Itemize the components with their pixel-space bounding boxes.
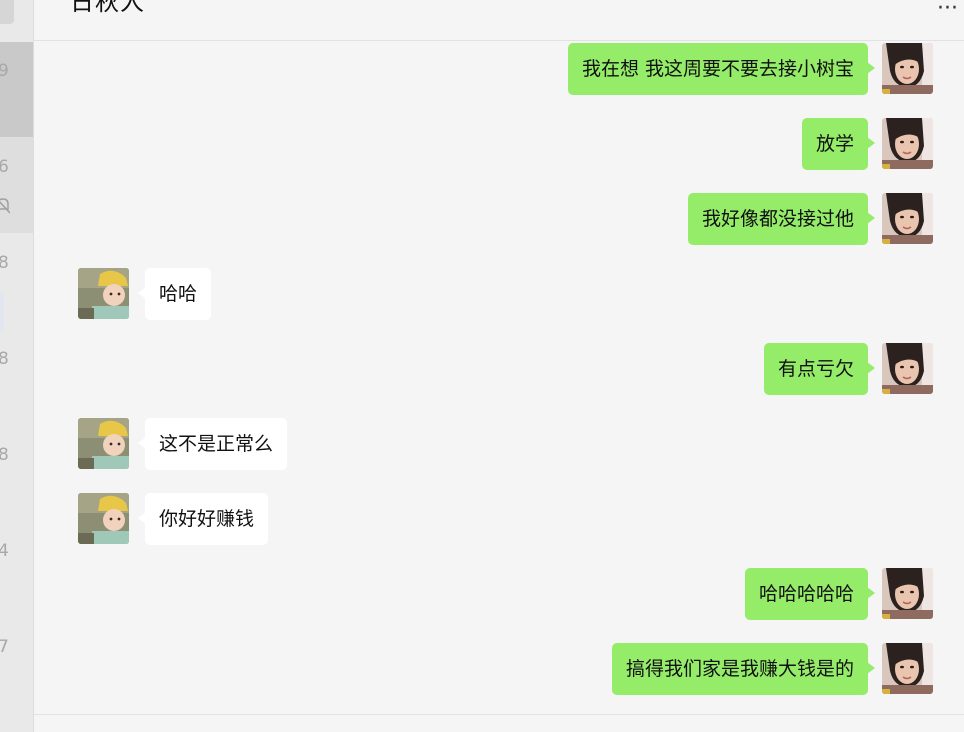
message-row-self: 哈哈哈哈哈 — [744, 568, 933, 620]
woman-portrait-avatar[interactable] — [882, 568, 933, 619]
message-row-other: 哈哈 — [78, 268, 212, 320]
message-bubble-self[interactable]: 放学 — [801, 118, 876, 170]
message-row-self: 放学 — [801, 118, 933, 170]
message-bubble-other[interactable]: 这不是正常么 — [137, 418, 288, 470]
message-bubble-other[interactable]: 你好好赚钱 — [137, 493, 269, 545]
contact-time: 7 — [0, 637, 9, 657]
message-bubble-self[interactable]: 搞得我们家是我赚大钱是的 — [611, 643, 876, 695]
baby-yellow-hat-avatar[interactable] — [78, 493, 129, 544]
woman-portrait-avatar[interactable] — [882, 193, 933, 244]
contact-time: 9 — [0, 61, 9, 81]
search-box-edge[interactable] — [0, 0, 14, 24]
baby-yellow-hat-avatar[interactable] — [78, 418, 129, 469]
message-row-self: 我在想 我这周要不要去接小树宝 — [567, 43, 933, 95]
contact-row[interactable] — [0, 137, 33, 233]
message-bubble-self[interactable]: 我好像都没接过他 — [687, 193, 876, 245]
message-row-other: 你好好赚钱 — [78, 493, 269, 545]
message-row-self: 我好像都没接过他 — [687, 193, 933, 245]
message-row-self: 搞得我们家是我赚大钱是的 — [611, 643, 933, 695]
contact-time: 4 — [0, 541, 9, 561]
contact-list-strip[interactable]: 9 6 8 8 8 4 7 — [0, 0, 34, 732]
woman-portrait-avatar[interactable] — [882, 43, 933, 94]
woman-portrait-avatar[interactable] — [882, 643, 933, 694]
contact-time: 8 — [0, 445, 9, 465]
woman-portrait-avatar[interactable] — [882, 118, 933, 169]
chat-title: 日秋人 — [70, 0, 145, 16]
mute-bell-icon — [0, 196, 11, 214]
message-row-other: 这不是正常么 — [78, 418, 288, 470]
woman-portrait-avatar[interactable] — [882, 343, 933, 394]
message-bubble-self[interactable]: 有点亏欠 — [763, 343, 876, 395]
chat-header: 日秋人 ··· — [34, 0, 964, 41]
message-bubble-self[interactable]: 哈哈哈哈哈 — [744, 568, 876, 620]
baby-yellow-hat-avatar[interactable] — [78, 268, 129, 319]
contact-time: 8 — [0, 349, 9, 369]
more-dots-icon[interactable]: ··· — [937, 0, 958, 21]
message-bubble-self[interactable]: 我在想 我这周要不要去接小树宝 — [567, 43, 876, 95]
contact-row-highlight — [0, 292, 4, 332]
contact-time: 6 — [0, 157, 9, 177]
contact-time: 8 — [0, 253, 9, 273]
message-bubble-other[interactable]: 哈哈 — [137, 268, 212, 320]
message-row-self: 有点亏欠 — [763, 343, 933, 395]
contact-row-active[interactable] — [0, 42, 33, 137]
message-input-area[interactable] — [34, 715, 964, 732]
